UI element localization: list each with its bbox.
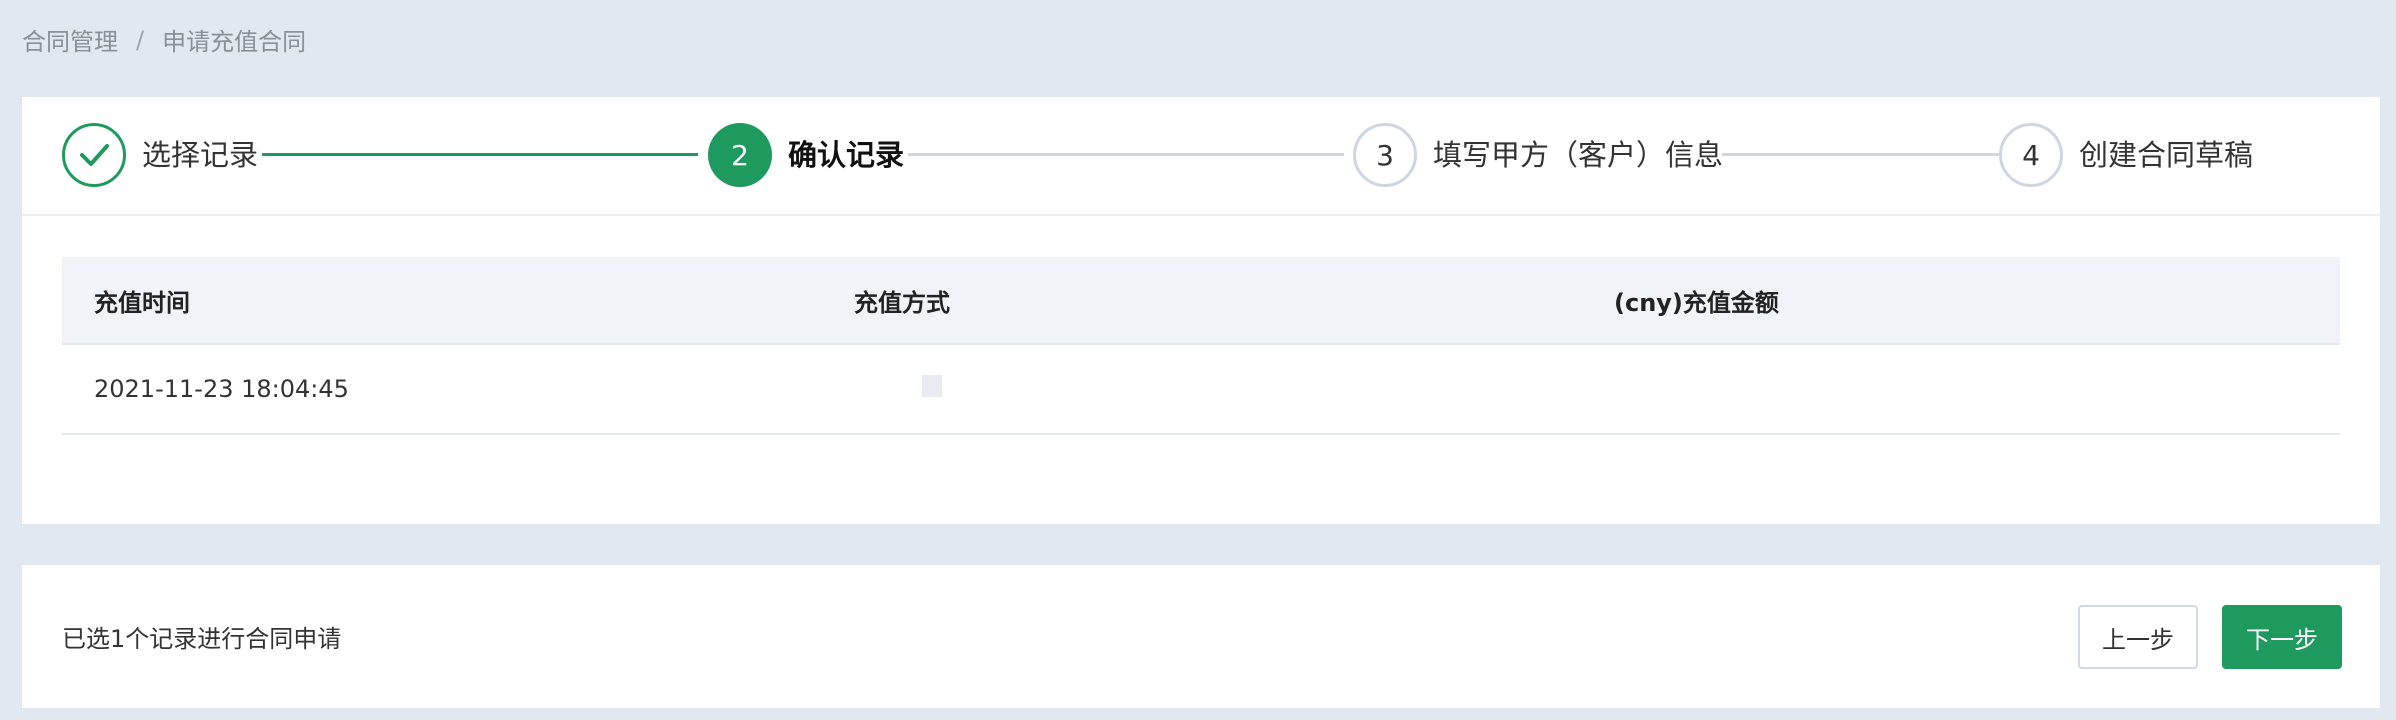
- main-card: 选择记录 2 确认记录 3 填写甲方（客户）信息 4 创建合同草稿 充值时间 充…: [22, 97, 2380, 524]
- step-2-circle: 2: [708, 123, 772, 187]
- breadcrumb-separator: /: [136, 25, 145, 54]
- records-table: 充值时间 充值方式 (cny)充值金额 2021-11-23 18:04:45: [62, 257, 2340, 435]
- breadcrumb: 合同管理 / 申请充值合同: [22, 22, 306, 57]
- column-header-recharge-time: 充值时间: [94, 288, 190, 317]
- footer-card: 已选1个记录进行合同申请 上一步 下一步: [22, 565, 2380, 708]
- step-1-done-icon: [62, 123, 126, 187]
- selection-summary: 已选1个记录进行合同申请: [62, 625, 342, 653]
- step-connector-3: [1722, 153, 2010, 156]
- column-header-recharge-method: 充值方式: [854, 288, 950, 317]
- page: 合同管理 / 申请充值合同 选择记录 2 确认记录 3 填写甲方（客户）信息 4…: [0, 0, 2396, 720]
- step-connector-2: [908, 153, 1344, 156]
- cell-recharge-time: 2021-11-23 18:04:45: [94, 375, 349, 403]
- steps-bar: 选择记录 2 确认记录 3 填写甲方（客户）信息 4 创建合同草稿: [22, 97, 2380, 216]
- column-header-recharge-amount: (cny)充值金额: [1614, 288, 1779, 317]
- breadcrumb-item-contract-management[interactable]: 合同管理: [22, 22, 118, 57]
- step-3-circle: 3: [1353, 123, 1417, 187]
- previous-step-button[interactable]: 上一步: [2078, 605, 2198, 669]
- step-2-label: 确认记录: [788, 138, 905, 172]
- table-row: 2021-11-23 18:04:45: [62, 345, 2340, 435]
- step-3-label: 填写甲方（客户）信息: [1433, 138, 1724, 172]
- check-icon: [80, 144, 109, 166]
- cell-recharge-method: [822, 375, 1582, 403]
- step-connector-1: [262, 153, 698, 156]
- masked-value-icon: [922, 375, 942, 397]
- step-4-circle: 4: [1999, 123, 2063, 187]
- breadcrumb-item-apply-recharge-contract: 申请充值合同: [162, 28, 307, 56]
- step-1-label: 选择记录: [142, 138, 259, 172]
- next-step-button[interactable]: 下一步: [2222, 605, 2342, 669]
- table-header: 充值时间 充值方式 (cny)充值金额: [62, 257, 2340, 345]
- step-4-label: 创建合同草稿: [2079, 138, 2254, 172]
